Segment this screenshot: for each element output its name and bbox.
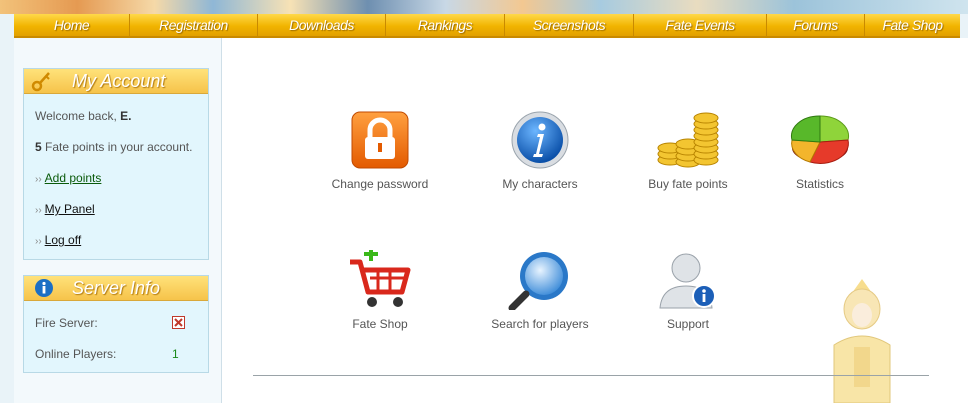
magnifier-icon [508,252,568,312]
info-circle-icon [511,111,569,169]
sidebar: My Account Welcome back, E. 5 Fate point… [14,38,222,403]
nav-registration[interactable]: Registration [130,14,258,36]
nav-home[interactable]: Home [14,14,130,36]
buy-fate-points-tile[interactable]: Buy fate points [634,110,742,191]
nav-screenshots[interactable]: Screenshots [505,14,634,36]
main-nav: Home Registration Downloads Rankings Scr… [14,14,960,38]
server-offline-icon [172,316,185,329]
nav-downloads[interactable]: Downloads [258,14,386,36]
points-text: 5 Fate points in your account. [35,140,193,154]
support-tile[interactable]: Support [634,250,742,331]
knight-mascot-image [833,279,891,403]
nav-forums[interactable]: Forums [767,14,865,36]
statistics-label: Statistics [795,177,844,191]
lock-icon [351,111,409,169]
my-panel-row: ›› My Panel [35,202,95,216]
nav-rankings[interactable]: Rankings [386,14,505,36]
main-panel: Change password My characters Buy fate p… [222,38,968,403]
user-name: E. [120,109,132,123]
log-off-row: ›› Log off [35,233,81,247]
bullet-arrow-icon: ›› [35,236,42,247]
nav-fate-events[interactable]: Fate Events [634,14,767,36]
welcome-text: Welcome back, E. [35,109,132,123]
header-banner [0,0,968,14]
buy-fate-points-label: Buy fate points [648,177,728,191]
my-account-header: My Account [24,69,208,94]
content-divider [253,375,929,376]
my-characters-tile[interactable]: My characters [486,110,594,191]
change-password-tile[interactable]: Change password [326,110,434,191]
info-icon [35,279,53,297]
log-off-link[interactable]: Log off [45,233,81,247]
support-user-icon [659,253,716,309]
bullet-arrow-icon: ›› [35,174,42,185]
key-icon [31,72,50,92]
online-players-label: Online Players: [35,347,117,361]
add-points-link[interactable]: Add points [45,171,102,185]
server-info-title: Server Info [72,278,161,298]
online-players-value: 1 [172,347,179,361]
my-account-title: My Account [72,71,166,91]
my-characters-label: My characters [502,177,578,191]
fire-server-label: Fire Server: [35,316,98,330]
change-password-label: Change password [331,177,429,191]
shopping-cart-icon [350,247,411,307]
my-panel-link[interactable]: My Panel [45,202,95,216]
server-info-box: Server Info Fire Server: Online Players:… [23,275,209,373]
statistics-tile[interactable]: Statistics [770,110,870,191]
gold-coins-icon [657,112,719,168]
nav-fate-shop[interactable]: Fate Shop [865,14,960,36]
bullet-arrow-icon: ›› [35,205,42,216]
my-account-box: My Account Welcome back, E. 5 Fate point… [23,68,209,260]
server-info-header: Server Info [24,276,208,301]
pie-chart-icon [790,115,850,164]
search-players-tile[interactable]: Search for players [484,250,596,331]
fate-shop-tile[interactable]: Fate Shop [326,247,434,331]
add-points-row: ›› Add points [35,171,101,185]
support-label: Support [666,317,710,331]
search-players-label: Search for players [491,317,589,331]
fate-shop-label: Fate Shop [352,317,408,331]
points-value: 5 [35,140,42,154]
